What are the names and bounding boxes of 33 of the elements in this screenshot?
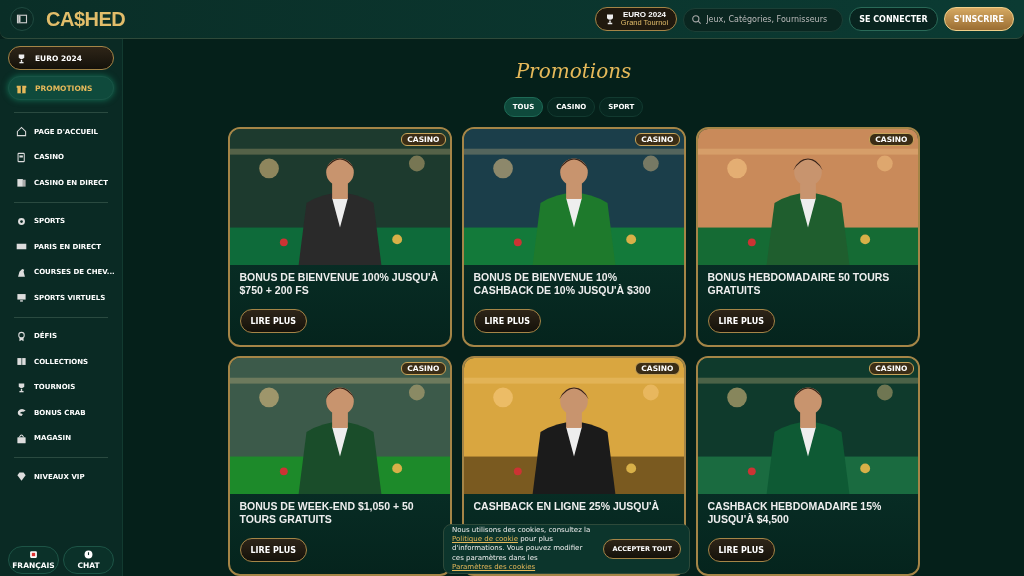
medal-icon	[16, 330, 27, 342]
login-button[interactable]: SE CONNECTER	[849, 7, 938, 31]
diamond-icon	[16, 471, 27, 483]
bag-icon	[16, 432, 27, 444]
ball-icon	[16, 215, 27, 227]
page-title: Promotions	[515, 59, 632, 83]
search-field[interactable]: Jeux, Catégories, Fournisseurs	[683, 7, 844, 32]
promo-title: BONUS DE BIENVENUE 100% JUSQU'À $750 + 200 FS	[239, 271, 440, 298]
horse-icon	[16, 266, 27, 278]
sidebar-icon	[16, 13, 28, 25]
monitor-icon	[16, 292, 27, 304]
search-icon	[691, 13, 703, 25]
read-more-button[interactable]: LIRE PLUS	[707, 538, 775, 563]
chat-icon	[84, 550, 93, 559]
promo-title: CASHBACK EN LIGNE 25% JUSQU'À	[473, 500, 660, 514]
logo[interactable]: CA$HED	[46, 7, 126, 31]
promo-title: CASHBACK HEBDOMADAIRE 15% JUSQU'À $4,500	[707, 500, 883, 527]
cards-icon	[16, 356, 27, 368]
flag-icon	[29, 550, 38, 559]
promo-title: BONUS DE WEEK-END $1,050 + 50 TOURS GRATUITS	[239, 500, 415, 527]
promo-title: BONUS HEBDOMADAIRE 50 TOURS GRATUITS	[707, 271, 891, 298]
trophy-icon	[16, 381, 27, 393]
claw-icon	[16, 407, 27, 419]
read-more-button[interactable]: LIRE PLUS	[239, 538, 307, 563]
slot-machine-icon	[16, 151, 27, 163]
cards-icon	[16, 177, 27, 189]
read-more-button[interactable]: LIRE PLUS	[239, 309, 307, 334]
read-more-button[interactable]: LIRE PLUS	[473, 309, 541, 334]
house-icon	[16, 126, 27, 138]
read-more-button[interactable]: LIRE PLUS	[707, 309, 775, 334]
sidebar-toggle-button[interactable]	[10, 7, 34, 31]
trophy-icon	[16, 52, 27, 64]
promo-title: BONUS DE BIENVENUE 10% CASHBACK DE 10% JUSQU'À $300	[473, 271, 652, 298]
